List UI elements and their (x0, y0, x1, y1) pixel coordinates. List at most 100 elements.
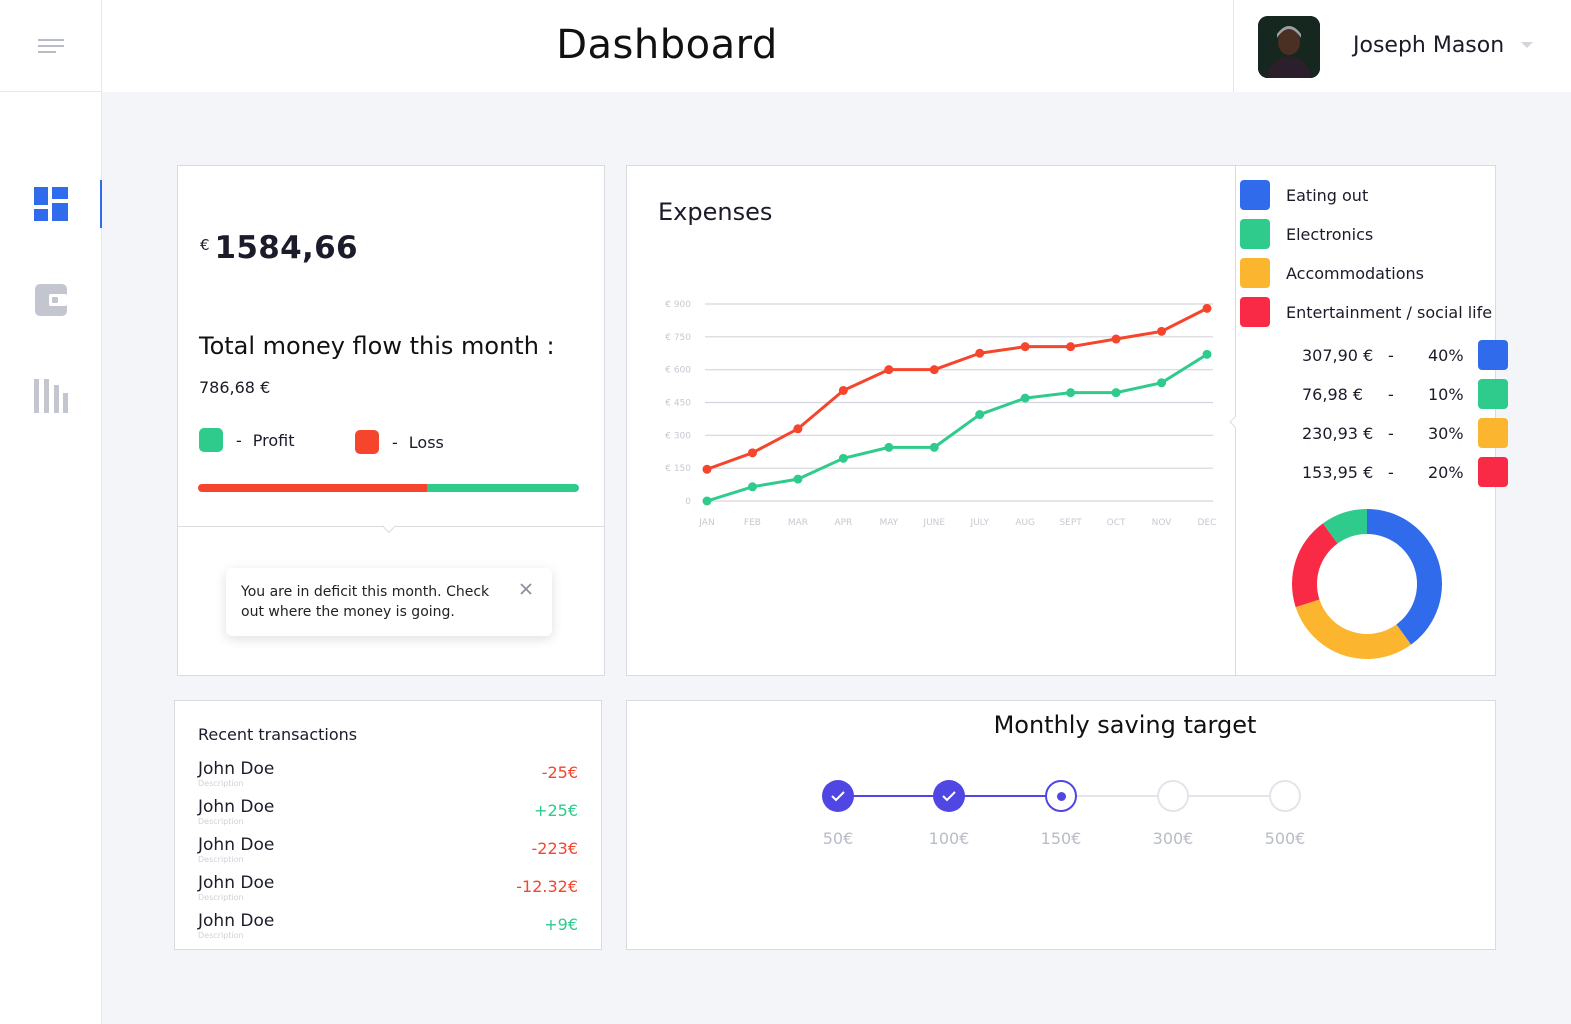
transaction-row[interactable]: John Doe Description +9€ (198, 911, 578, 947)
data-point (1202, 349, 1212, 359)
balance-card: € 1584,66 Total money flow this month : … (177, 165, 605, 676)
eating-out-swatch (1478, 340, 1508, 370)
divider-notch (381, 518, 397, 534)
data-point (1157, 326, 1167, 336)
step-label: 150€ (1040, 829, 1082, 848)
transactions-card: Recent transactions John Doe Description… (174, 700, 602, 950)
separator: - (1388, 462, 1394, 482)
y-tick-label: € 900 (665, 300, 691, 310)
data-point (838, 385, 848, 395)
transaction-amount: +9€ (544, 915, 578, 934)
expenses-line-chart: 0 € 150 € 300 € 450 € 600 € 750 € 900 JAN FEB MAR… (665, 300, 1216, 528)
transaction-description: Description (198, 817, 244, 826)
x-tick-label: APR (834, 518, 852, 528)
step-label: 500€ (1264, 829, 1306, 848)
accommodations-swatch (1240, 258, 1270, 288)
data-point (1157, 378, 1167, 388)
avatar[interactable] (1258, 16, 1320, 78)
legend-label: Electronics (1286, 224, 1374, 244)
data-point (702, 464, 712, 474)
data-point (1020, 342, 1030, 352)
y-tick-label: € 150 (665, 464, 691, 474)
data-point (1111, 334, 1121, 344)
category-percent: 40% (1428, 345, 1464, 365)
check-icon (942, 791, 956, 802)
menu-button[interactable] (0, 0, 102, 92)
sidebar (0, 0, 102, 1024)
electronics-swatch (1240, 219, 1270, 249)
profit-label: Profit (252, 430, 295, 450)
category-value: 76,98 € (1302, 384, 1364, 404)
transaction-row[interactable]: John Doe Description -223€ (198, 835, 578, 871)
expenses-breakdown: Eating out Electronics Accommodations En… (1236, 166, 1508, 675)
expenses-card: Expenses 0 € 150 € 300 € 450 € 600 € 750 € 900… (626, 165, 1508, 676)
money-flow-value: 786,68 € (199, 378, 271, 397)
close-icon[interactable] (518, 581, 534, 597)
transaction-row[interactable]: John Doe Description -12.32€ (198, 873, 578, 909)
step-500[interactable] (1269, 780, 1301, 812)
data-point (702, 496, 712, 506)
deficit-notice-text: You are in deficit this month. Check out… (241, 584, 490, 620)
x-tick-label: FEB (744, 518, 761, 528)
header: Dashboard Joseph Mason (102, 0, 1571, 92)
step-150[interactable] (1045, 780, 1077, 812)
separator: - (1388, 423, 1394, 443)
transactions-title: Recent transactions (198, 725, 358, 744)
y-tick-label: € 750 (665, 333, 691, 343)
balance-amount: 1584,66 (214, 230, 358, 266)
current-step-dot (1056, 791, 1066, 801)
x-tick-label: MAR (788, 518, 808, 528)
x-tick-label: SEPT (1059, 518, 1082, 528)
transaction-name: John Doe (198, 911, 275, 931)
x-tick-label: JAN (698, 518, 714, 528)
sidebar-item-dashboard[interactable] (0, 180, 102, 228)
balance: € 1584,66 (200, 230, 358, 266)
page-title: Dashboard (556, 22, 778, 68)
sidebar-item-statistics[interactable] (0, 372, 102, 420)
transaction-amount: -12.32€ (516, 877, 578, 896)
sidebar-item-wallet[interactable] (0, 276, 102, 324)
y-tick-label: € 300 (665, 431, 691, 441)
data-point (884, 365, 894, 375)
step-300[interactable] (1157, 780, 1189, 812)
user-menu[interactable]: Joseph Mason (1233, 0, 1571, 92)
profit-loss-bar (198, 484, 579, 492)
legend-loss: - Loss (355, 430, 444, 454)
data-point (975, 410, 985, 420)
deficit-notice: You are in deficit this month. Check out… (226, 568, 552, 636)
expenses-donut-chart (1292, 509, 1442, 659)
saving-target-card: Monthly saving target 50€ 100€ 150€ 300€… (626, 700, 1496, 950)
value-row-accommodations: 230,93 € - 30% (1302, 418, 1508, 448)
step-100[interactable] (933, 780, 965, 812)
category-value: 153,95 € (1302, 462, 1374, 482)
chevron-down-icon[interactable] (1521, 42, 1533, 48)
money-flow-label: Total money flow this month : (199, 332, 555, 360)
donut-slice (1295, 599, 1412, 659)
wallet-icon (35, 284, 67, 316)
transaction-row[interactable]: John Doe Description -25€ (198, 759, 578, 795)
step-label: 300€ (1152, 829, 1194, 848)
bars-icon (34, 379, 68, 413)
currency-symbol: € (200, 236, 210, 254)
accommodations-swatch (1478, 418, 1508, 448)
transaction-row[interactable]: John Doe Description +25€ (198, 797, 578, 833)
data-point (1066, 388, 1076, 398)
donut-slice (1292, 523, 1338, 608)
loss-label: Loss (408, 432, 444, 452)
user-name: Joseph Mason (1353, 33, 1505, 58)
step-50[interactable] (822, 780, 854, 812)
category-percent: 30% (1428, 423, 1464, 443)
entertainment-swatch (1478, 457, 1508, 487)
transaction-name: John Doe (198, 797, 275, 817)
data-point (793, 474, 803, 484)
hamburger-icon (38, 38, 64, 53)
category-percent: 10% (1428, 384, 1464, 404)
transaction-name: John Doe (198, 873, 275, 893)
y-tick-label: 0 (685, 497, 691, 507)
profit-fill (426, 484, 579, 492)
transaction-description: Description (198, 893, 244, 902)
entertainment-swatch (1240, 297, 1270, 327)
value-row-entertainment: 153,95 € - 20% (1302, 457, 1508, 487)
category-percent: 20% (1428, 462, 1464, 482)
x-tick-label: OCT (1107, 518, 1126, 528)
